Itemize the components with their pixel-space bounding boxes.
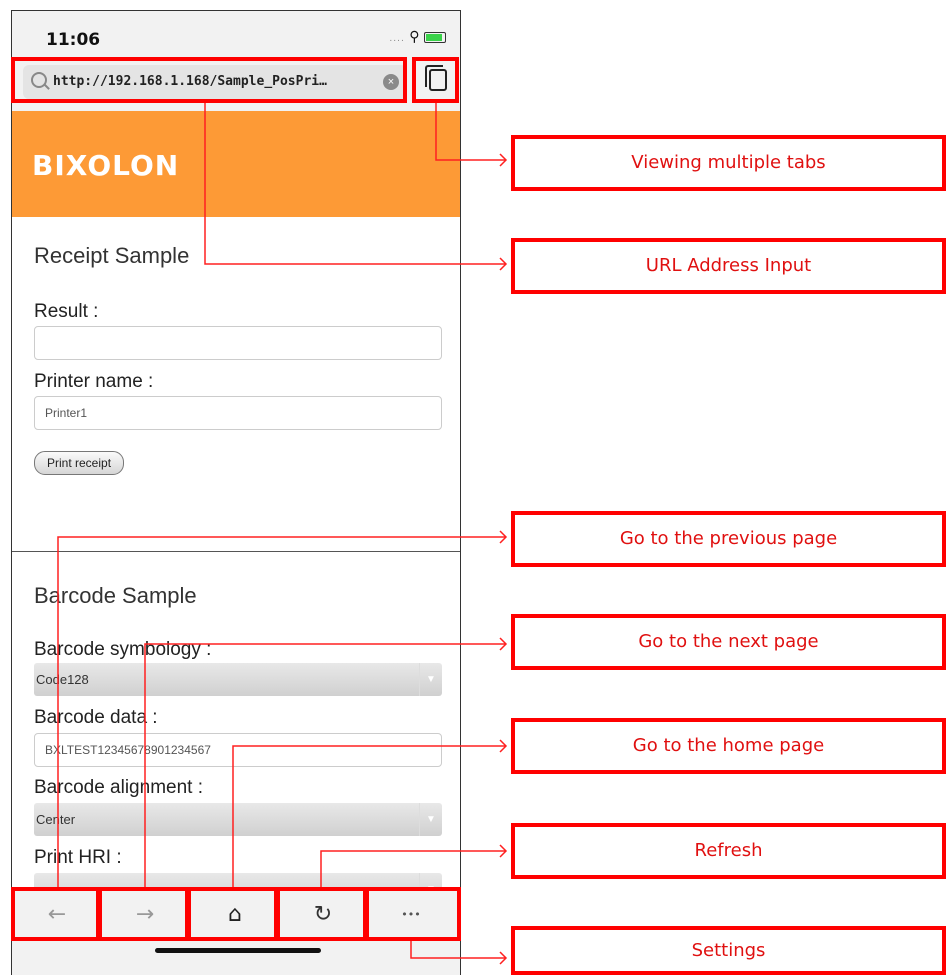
callout-previous-page: Go to the previous page (511, 511, 946, 567)
callout-next-page: Go to the next page (511, 614, 946, 670)
callout-settings: Settings (511, 926, 946, 975)
callout-url-address-input: URL Address Input (511, 238, 946, 294)
callout-viewing-multiple-tabs: Viewing multiple tabs (511, 135, 946, 191)
callout-refresh: Refresh (511, 823, 946, 879)
callout-home-page: Go to the home page (511, 718, 946, 774)
